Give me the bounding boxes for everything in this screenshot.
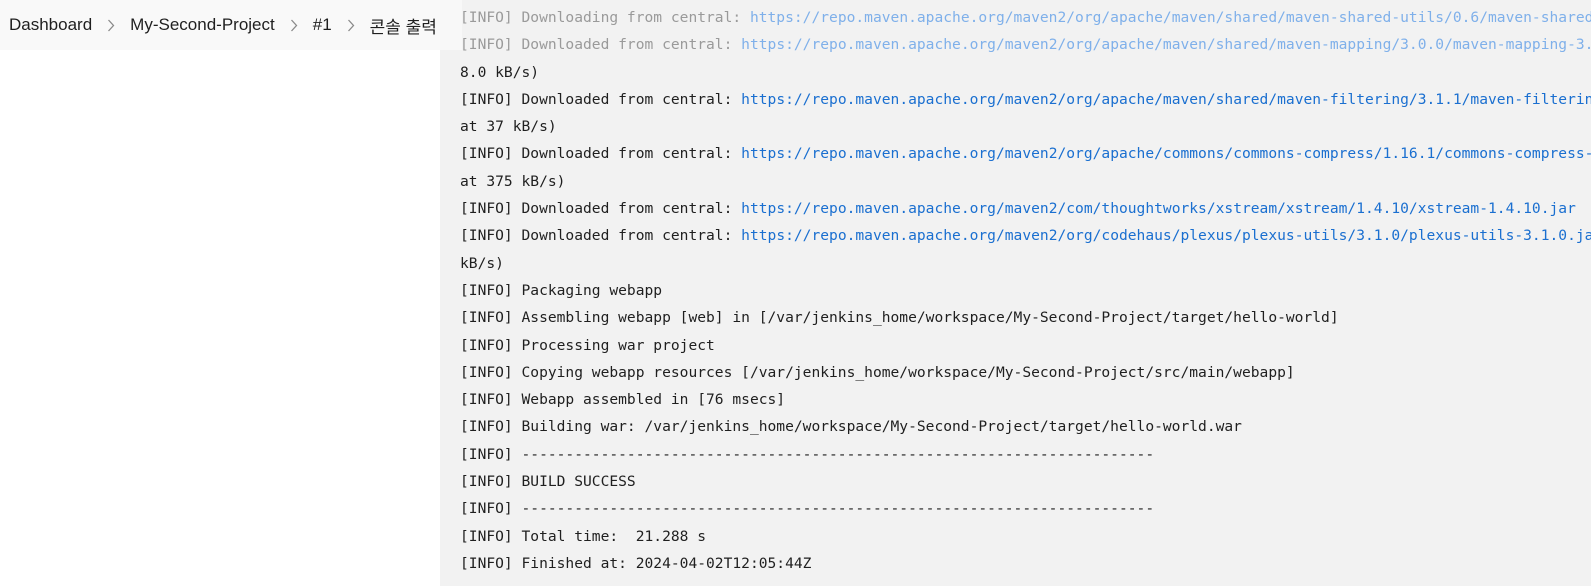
artifact-url-link[interactable]: https://repo.maven.apache.org/maven2/org… [741, 145, 1591, 162]
console-line-text: [INFO] Downloaded from central: [460, 200, 742, 218]
artifact-url-link[interactable]: https://repo.maven.apache.org/maven2/com… [741, 200, 1576, 217]
console-line-text: [INFO] Downloaded from central: [460, 36, 742, 54]
console-line: at 375 kB/s) [460, 172, 566, 190]
breadcrumb-dashboard[interactable]: Dashboard [9, 15, 92, 35]
console-line: at 37 kB/s) [460, 118, 557, 136]
console-line-text: [INFO] Downloading from central: [460, 9, 750, 26]
console-line-text: [INFO] Downloaded from central: [460, 145, 742, 163]
artifact-url-link[interactable]: https://repo.maven.apache.org/maven2/org… [750, 9, 1591, 26]
console-output: [INFO] Downloading from central: https:/… [440, 0, 1591, 586]
console-line: [INFO] Copying webapp resources [/var/je… [460, 363, 1295, 381]
artifact-url-link[interactable]: https://repo.maven.apache.org/maven2/org… [741, 36, 1591, 53]
console-line: [INFO] Downloaded from central: https://… [460, 86, 1591, 113]
console-line: [INFO] Downloaded from central: https://… [460, 140, 1591, 167]
console-line: [INFO] Webapp assembled in [76 msecs] [460, 391, 786, 409]
console-line: [INFO] ---------------------------------… [460, 500, 1155, 518]
breadcrumb: Dashboard My-Second-Project #1 콘솔 출력 [0, 0, 462, 50]
breadcrumb-build[interactable]: #1 [313, 15, 332, 35]
breadcrumb-project[interactable]: My-Second-Project [130, 15, 275, 35]
console-line: [INFO] Finished at: 2024-04-02T12:05:44Z [460, 554, 812, 572]
console-line: [INFO] ---------------------------------… [460, 445, 1155, 463]
console-line-text: [INFO] Downloaded from central: [460, 90, 742, 108]
breadcrumb-console-output: 콘솔 출력 [369, 17, 437, 37]
console-line: [INFO] Packaging webapp [460, 281, 663, 299]
chevron-right-icon [92, 19, 130, 32]
chevron-right-icon [332, 19, 370, 32]
console-line: kB/s) [460, 254, 504, 272]
console-line: 8.0 kB/s) [460, 63, 540, 81]
console-line: [INFO] BUILD SUCCESS [460, 473, 636, 491]
artifact-url-link[interactable]: https://repo.maven.apache.org/maven2/org… [741, 227, 1591, 244]
console-line: [INFO] Downloading from central: https:/… [460, 4, 1591, 31]
sidebar [0, 50, 440, 586]
console-line: [INFO] Total time: 21.288 s [460, 527, 707, 545]
artifact-url-link[interactable]: https://repo.maven.apache.org/maven2/org… [741, 91, 1591, 108]
console-line: [INFO] Downloaded from central: https://… [460, 222, 1591, 249]
console-line: [INFO] Downloaded from central: https://… [460, 195, 1591, 222]
chevron-right-icon [275, 19, 313, 32]
console-line: [INFO] Assembling webapp [web] in [/var/… [460, 309, 1339, 327]
console-line-text: [INFO] Downloaded from central: [460, 227, 742, 245]
jenkins-console-page: Dashboard My-Second-Project #1 콘솔 출력 [IN… [0, 0, 1591, 586]
console-line: [INFO] Building war: /var/jenkins_home/w… [460, 418, 1242, 436]
console-log: [INFO] Downloading from central: https:/… [460, 4, 1591, 577]
console-line: [INFO] Processing war project [460, 336, 715, 354]
console-line: [INFO] Downloaded from central: https://… [460, 31, 1591, 58]
